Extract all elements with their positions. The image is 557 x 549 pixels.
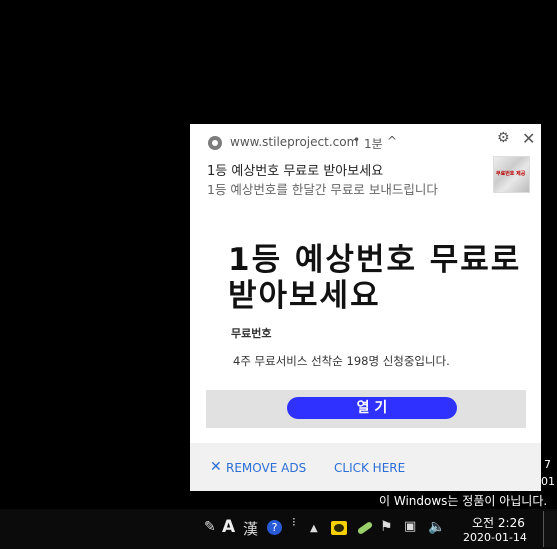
pen-icon[interactable]: ✎ [204,519,216,535]
notification-thumbnail: 무료번호 제공 [493,156,530,193]
desktop-edge-text: 7 [544,458,551,471]
show-desktop-button[interactable] [543,511,556,547]
thumbnail-text: 무료번호 제공 [496,171,526,177]
chrome-icon [208,136,222,150]
taskbar: ✎ A 漢 ? ⁝ ▲ ⚑ ▣ 🔈 오전 2:26 2020-01-14 [0,509,557,549]
notification-message: 1등 예상번호를 한달간 무료로 보내드립니다 [207,182,438,197]
ad-subtitle: 무료번호 [231,327,272,340]
notification-age: 1분 [364,137,383,151]
ime-settings-icon[interactable]: ⁝ [292,515,296,529]
usb-icon[interactable] [356,520,374,536]
ad-headline-line-2: 받아보세요 [228,278,381,314]
gear-icon[interactable]: ⚙ [497,130,510,146]
volume-icon[interactable]: 🔈 [428,519,445,535]
hanja-icon[interactable]: 漢 [243,518,258,539]
help-icon[interactable]: ? [267,520,282,535]
notification-header: www.stileproject.com • 1분 ^ ⚙ ✕ [190,124,541,164]
remove-ads-link[interactable]: REMOVE ADS [226,461,306,475]
close-icon[interactable]: ✕ [210,459,222,475]
notification-origin: www.stileproject.com [230,135,359,149]
web-push-notification[interactable]: www.stileproject.com • 1분 ^ ⚙ ✕ 1등 예상번호 … [190,124,541,491]
kakaotalk-icon[interactable] [331,521,347,535]
notification-title: 1등 예상번호 무료로 받아보세요 [207,164,384,179]
ad-headline-line-1: 1등 예상번호 무료로 [228,242,522,278]
clock-date[interactable]: 2020-01-14 [463,531,527,544]
ad-button-area: 열 기 [206,390,526,428]
click-here-link[interactable]: CLICK HERE [334,461,405,475]
separator-dot: • [353,133,361,147]
notification-footer: ✕ REMOVE ADS CLICK HERE [190,443,541,491]
desktop-edge-text: 01 [541,475,555,488]
ad-body: 4주 무료서비스 선착순 198명 신청중입니다. [233,354,450,368]
chevron-up-icon[interactable]: ^ [387,134,397,148]
ime-mode-indicator[interactable]: A [222,517,235,537]
flag-icon[interactable]: ⚑ [380,519,393,535]
clock-time[interactable]: 오전 2:26 [472,514,525,531]
network-icon[interactable]: ▣ [404,519,416,534]
open-button[interactable]: 열 기 [287,397,457,419]
ad-headline: 1등 예상번호 무료로 받아보세요 [228,242,521,314]
show-hidden-icons-chevron[interactable]: ▲ [310,523,318,534]
close-icon[interactable]: ✕ [522,129,535,148]
windows-activation-watermark: 이 Windows는 정품이 아닙니다. [379,494,548,508]
